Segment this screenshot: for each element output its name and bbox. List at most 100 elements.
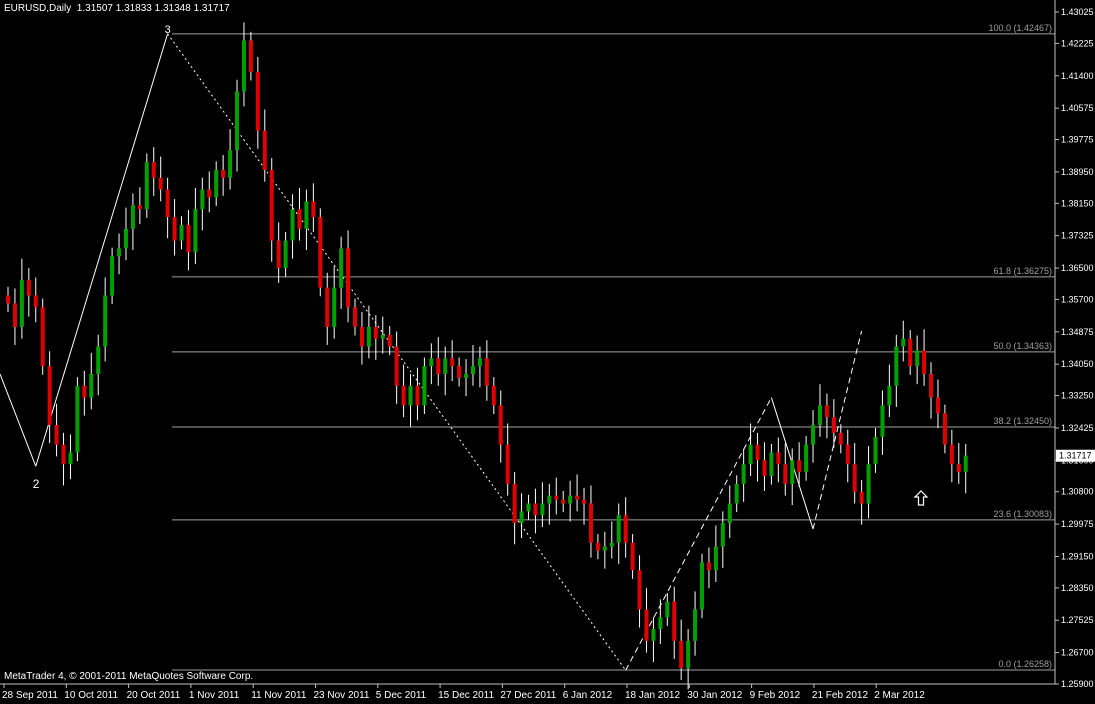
bear-candle [137,205,142,210]
bull-candle [290,209,295,241]
bull-candle [963,455,968,473]
y-tick-label: 1.41400 [1061,71,1094,81]
y-tick-label: 1.33250 [1061,391,1094,401]
bear-candle [561,499,566,504]
bear-candle [6,295,10,304]
bull-candle [19,279,24,327]
y-tick-label: 1.34875 [1061,327,1094,337]
bull-candle [283,240,288,269]
y-tick-label: 1.26700 [1061,648,1094,658]
bull-candle [547,495,552,504]
y-tick-label: 1.39775 [1061,135,1094,145]
bull-candle [901,338,906,347]
bull-candle [89,373,94,398]
x-tick-label: 27 Dec 2011 [500,690,556,701]
bear-candle [672,601,677,641]
bear-candle [679,640,684,669]
bear-candle [311,201,316,218]
bear-candle [935,397,940,414]
ohlc-values: 1.31507 1.31833 1.31348 1.31717 [76,3,230,14]
bull-candle [720,523,725,547]
wave-labels: 23 [33,24,171,491]
bull-candle [443,358,448,374]
bull-candle [332,287,337,327]
bull-candle [734,483,739,504]
y-tick-label: 1.29975 [1061,519,1094,529]
y-tick-label: 1.32425 [1061,423,1094,433]
y-tick-label: 1.42225 [1061,38,1094,48]
bear-candle [26,279,31,296]
y-tick-label: 1.35700 [1061,294,1094,304]
price-chart[interactable]: 100.0 (1.42467) 61.8 (1.36275) 50.0 (1.343… [0,0,1095,704]
bull-candle [540,503,545,516]
bull-candle [96,346,101,374]
bull-candle [422,366,427,406]
fib-level-label: 23.6 (1.30083) [993,509,1052,519]
bear-candle [450,358,455,367]
bull-candle [193,209,198,253]
x-tick-label: 21 Feb 2012 [812,690,869,701]
bear-candle [824,405,829,418]
bull-candle [651,629,656,641]
bull-candle [477,358,482,367]
bear-candle [151,162,156,178]
wave-label-3: 3 [165,24,171,36]
bull-candle [658,617,663,630]
zigzag-segment [0,373,37,467]
bear-candle [582,499,587,504]
bear-candle [373,326,378,339]
bull-candle [68,452,73,465]
fib-level-label: 50.0 (1.34363) [993,341,1052,351]
x-tick-label: 2 Mar 2012 [874,690,925,701]
axes: 1.43025 1.42225 1.41400 1.40575 1.39775 1.389… [0,0,1095,701]
y-tick-label: 1.29150 [1061,551,1094,561]
bear-candle [908,338,913,367]
bull-candle [103,295,108,347]
fib-level-label: 100.0 (1.42467) [988,23,1052,33]
bear-candle [762,460,767,477]
bull-candle [110,256,115,296]
bear-candle [262,130,267,170]
bear-candle [831,417,836,433]
bull-candle [214,169,219,198]
bull-candle [179,224,184,241]
bull-candle [817,405,822,426]
bear-candle [838,432,843,445]
bear-candle [33,295,38,308]
y-tick-label: 1.27525 [1061,615,1094,625]
bull-candle [339,248,344,288]
bear-candle [359,326,364,347]
copyright-text: MetaTrader 4, © 2001-2011 MetaQuotes Sof… [4,671,254,682]
bull-candle [665,601,670,618]
bear-candle [623,515,628,543]
x-tick-label: 15 Dec 2011 [438,690,494,701]
bear-candle [491,385,496,406]
bull-candle [700,562,704,610]
bear-candle [797,460,802,473]
y-tick-label: 1.34050 [1061,359,1094,369]
wave-label-2: 2 [33,477,40,491]
bull-candle [609,542,614,547]
bear-candle [172,217,177,241]
current-price-label: 1.31717 [1059,451,1092,461]
y-tick-label: 1.38150 [1061,198,1094,208]
bull-candle [790,460,795,484]
y-tick-label: 1.38950 [1061,167,1094,177]
bear-candle [706,562,711,571]
bull-candle [75,385,80,453]
bull-candle [713,546,718,571]
bear-candle [575,495,580,500]
bull-candle [748,444,753,465]
bull-candle [228,150,233,178]
y-tick-label: 1.37325 [1061,231,1094,241]
bull-candle [366,326,371,347]
bear-candle [755,444,760,461]
bull-candle [602,546,607,551]
bear-candle [942,413,947,445]
bear-candle [588,503,593,543]
bear-candle [248,40,253,72]
fibonacci-retracement[interactable]: 100.0 (1.42467) 61.8 (1.36275) 50.0 (1.343… [172,23,1055,671]
bull-candle [130,205,135,229]
bear-candle [554,495,559,500]
bear-candle [922,350,927,374]
